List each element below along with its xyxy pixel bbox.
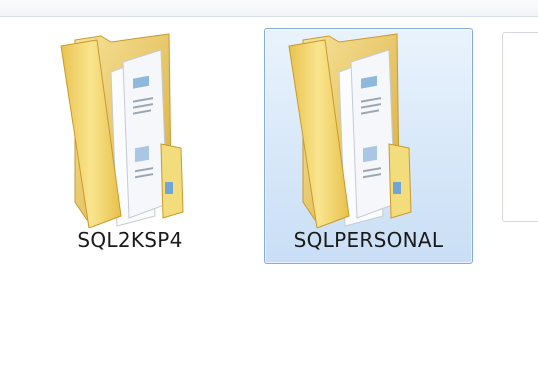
folder-item-sql2ksp4[interactable]: SQL2KSP4	[40, 28, 220, 264]
adjacent-item-edge[interactable]	[502, 32, 538, 222]
folder-name-label: SQL2KSP4	[77, 228, 183, 252]
file-list-view[interactable]: SQL2KSP4 SQLPERSONAL	[0, 0, 538, 366]
folder-item-sqlpersonal[interactable]: SQLPERSONAL	[264, 28, 473, 264]
column-header-strip	[0, 0, 538, 17]
folder-icon	[288, 33, 412, 228]
folder-name-label: SQLPERSONAL	[293, 228, 444, 252]
folder-icon	[60, 33, 184, 228]
